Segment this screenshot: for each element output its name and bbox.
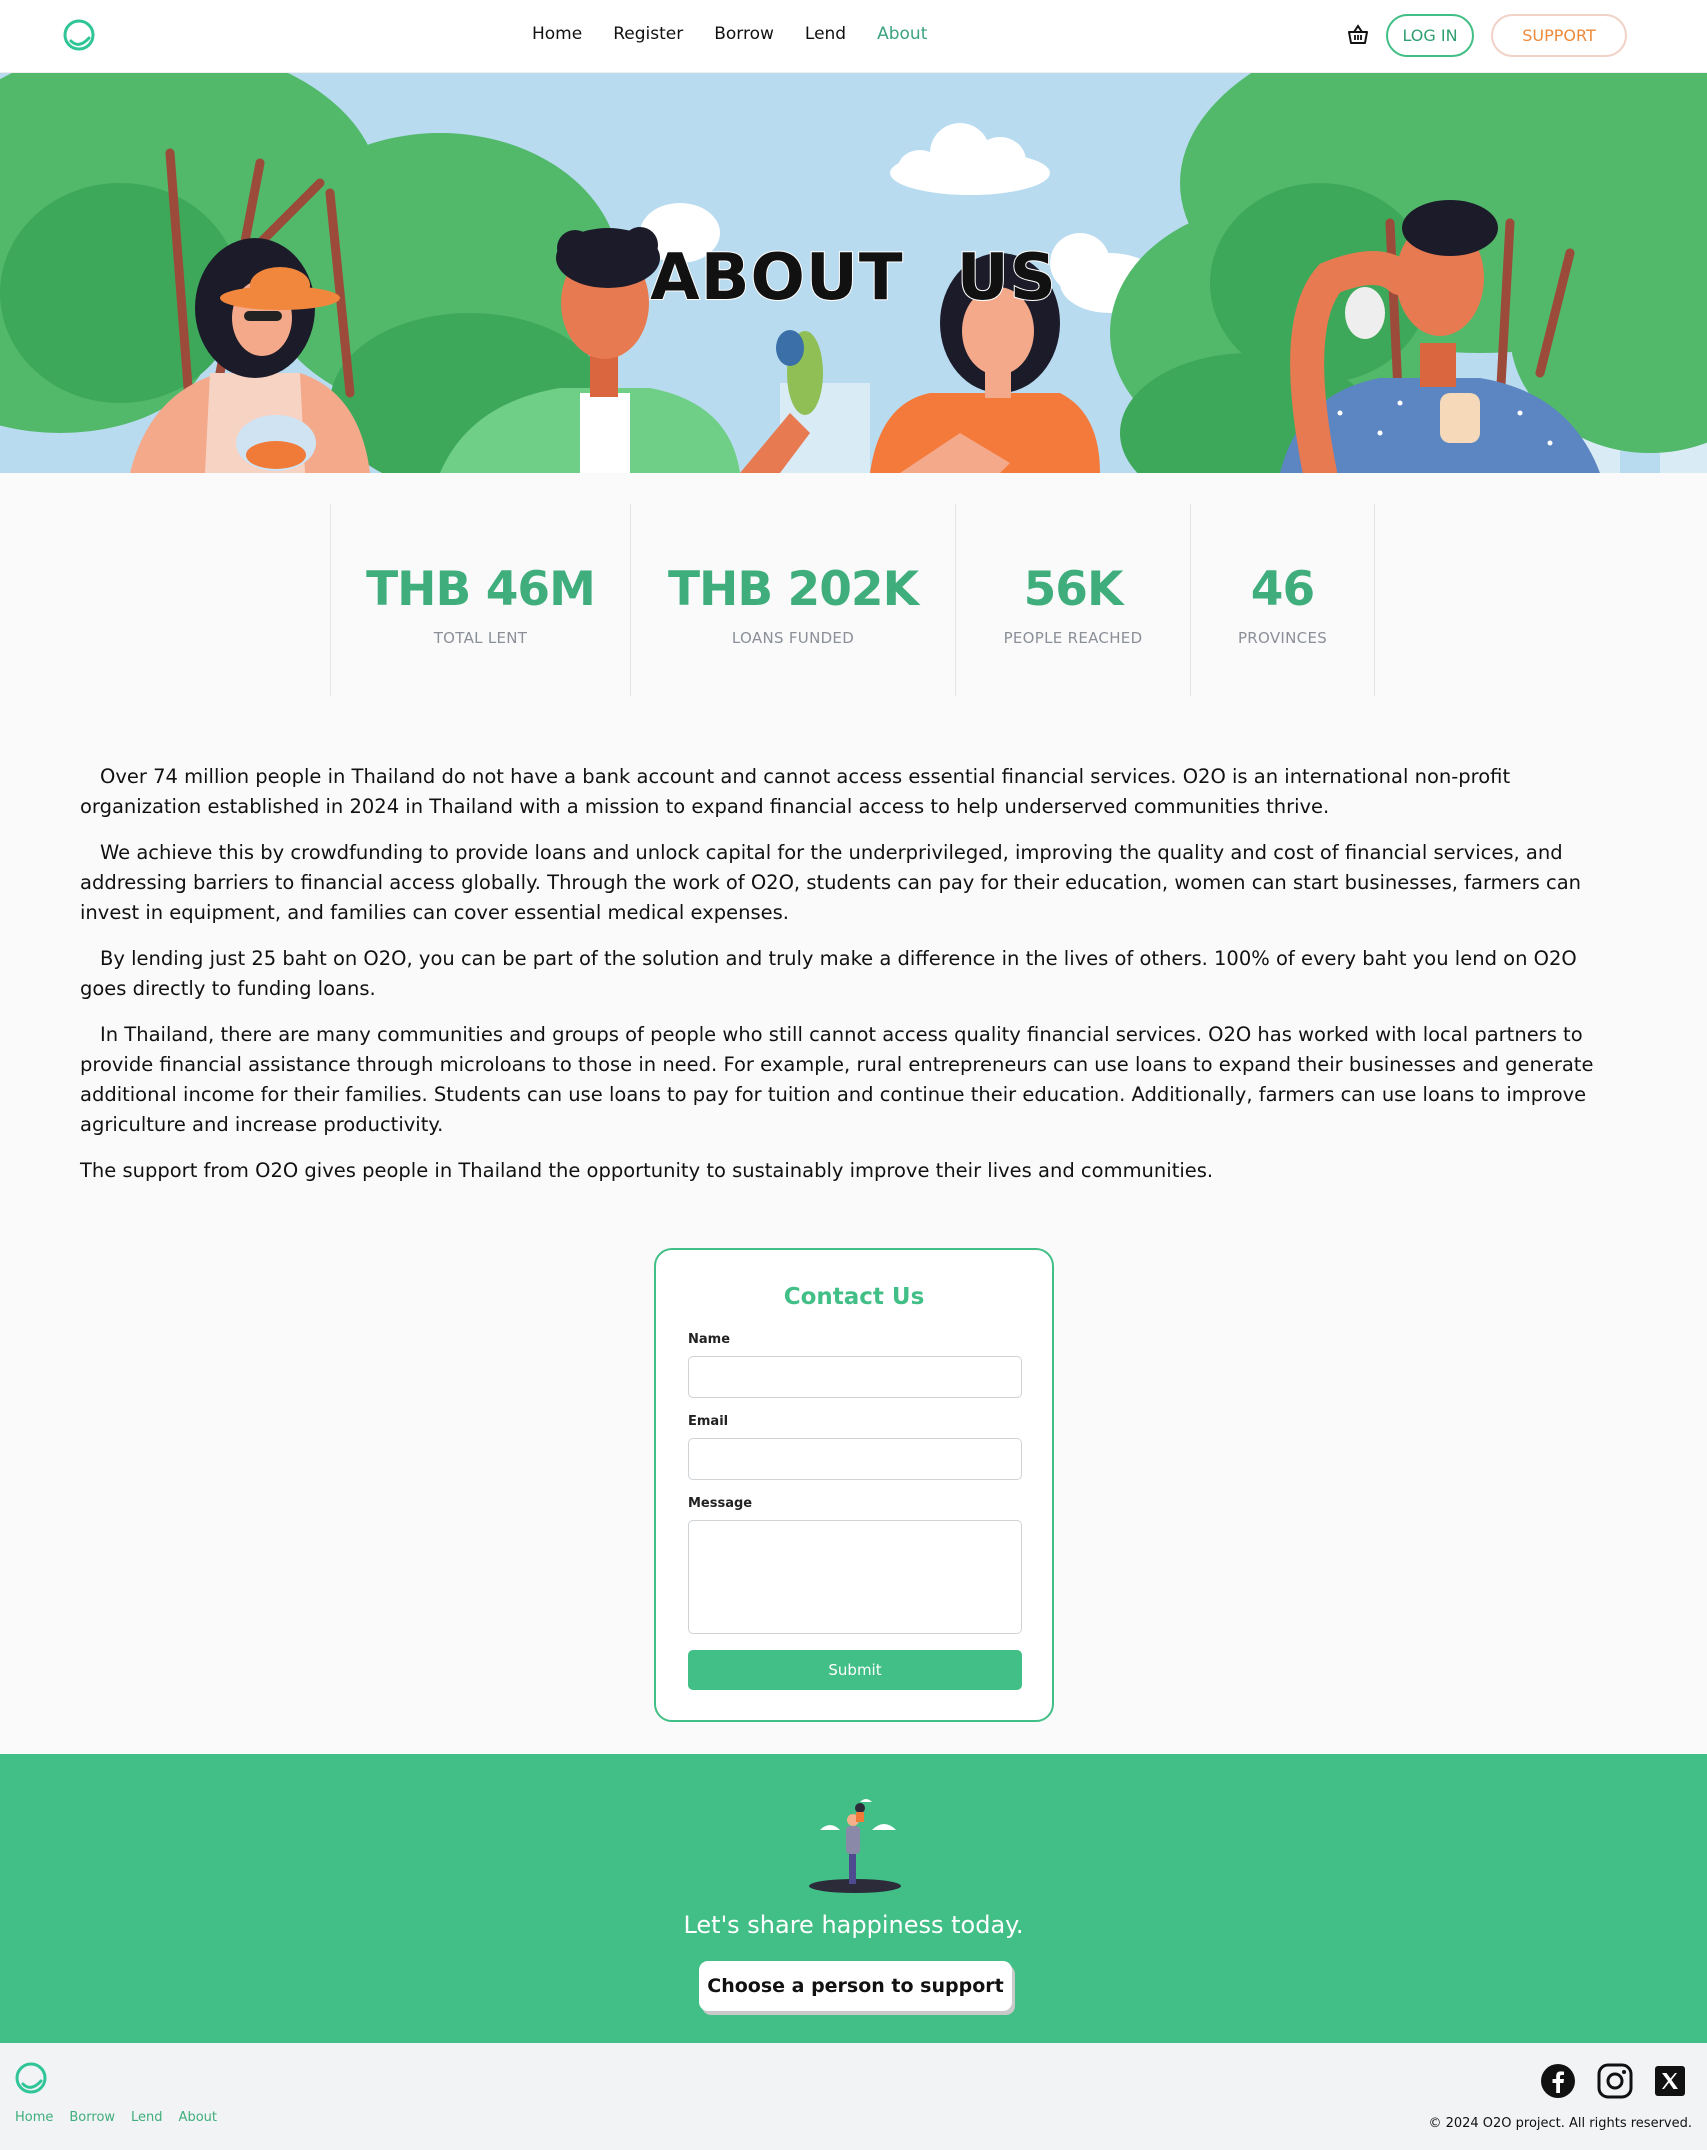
instagram-icon[interactable] <box>1597 2063 1633 2099</box>
stat-total-lent: THB 46M TOTAL LENT <box>330 504 630 696</box>
name-field[interactable] <box>688 1356 1022 1398</box>
stats-row: THB 46M TOTAL LENT THB 202K LOANS FUNDED… <box>330 504 1375 696</box>
stat-label: TOTAL LENT <box>433 629 528 647</box>
about-paragraph: Over 74 million people in Thailand do no… <box>80 765 1511 818</box>
contact-form: Contact Us Name Email Message Submit <box>654 1248 1054 1722</box>
nav-link-register[interactable]: Register <box>613 24 683 44</box>
facebook-icon[interactable] <box>1540 2063 1576 2099</box>
footer-link-home[interactable]: Home <box>15 2110 53 2125</box>
about-paragraph: In Thailand, there are many communities … <box>80 1023 1594 1136</box>
o2o-logo-icon[interactable] <box>62 18 96 52</box>
about-paragraph: The support from O2O gives people in Tha… <box>80 1159 1214 1182</box>
stat-label: PROVINCES <box>1237 629 1328 647</box>
nav-link-lend[interactable]: Lend <box>805 24 846 44</box>
page-title: ABOUT US <box>649 240 1057 316</box>
email-field[interactable] <box>688 1438 1022 1480</box>
stat-value: 46 <box>1250 562 1315 617</box>
about-paragraph: We achieve this by crowdfunding to provi… <box>80 841 1582 924</box>
footer-links: Home Borrow Lend About <box>15 2110 217 2125</box>
footer-link-lend[interactable]: Lend <box>131 2110 163 2125</box>
stat-value: THB 202K <box>667 562 919 617</box>
x-icon[interactable] <box>1655 2066 1685 2096</box>
name-label: Name <box>688 1332 731 1347</box>
contact-title: Contact Us <box>783 1284 925 1310</box>
login-button[interactable]: LOG IN <box>1386 14 1474 57</box>
email-label: Email <box>688 1414 729 1429</box>
cta-heading: Let's share happiness today. <box>683 1911 1024 1939</box>
cta-banner: Let's share happiness today. Choose a pe… <box>0 1754 1707 2043</box>
top-navbar: Home Register Borrow Lend About LOG IN S… <box>0 0 1707 73</box>
stat-loans-funded: THB 202K LOANS FUNDED <box>630 504 955 696</box>
about-description: Over 74 million people in Thailand do no… <box>80 762 1600 1202</box>
stat-label: PEOPLE REACHED <box>1003 629 1143 647</box>
o2o-logo-icon[interactable] <box>14 2061 48 2095</box>
footer-link-about[interactable]: About <box>179 2110 217 2125</box>
nav-link-borrow[interactable]: Borrow <box>714 24 774 44</box>
copyright-text: © 2024 O2O project. All rights reserved. <box>1428 2116 1692 2131</box>
person-illustration <box>809 1799 901 1893</box>
nav-link-about[interactable]: About <box>877 24 927 44</box>
choose-person-button[interactable]: Choose a person to support <box>699 1961 1012 2011</box>
footer-link-borrow[interactable]: Borrow <box>69 2110 115 2125</box>
basket-icon[interactable] <box>1346 23 1370 47</box>
hero-banner: ABOUT US <box>0 73 1707 473</box>
nav-link-home[interactable]: Home <box>532 24 582 44</box>
nav-links: Home Register Borrow Lend About <box>532 24 927 44</box>
stat-value: THB 46M <box>366 562 596 617</box>
submit-button[interactable]: Submit <box>688 1650 1022 1690</box>
footer: Home Borrow Lend About © 2024 O2O projec… <box>0 2043 1707 2150</box>
stat-people-reached: 56K PEOPLE REACHED <box>955 504 1190 696</box>
support-button[interactable]: SUPPORT <box>1491 14 1627 57</box>
stat-value: 56K <box>1023 562 1124 617</box>
about-paragraph: By lending just 25 baht on O2O, you can … <box>80 947 1577 1000</box>
stat-provinces: 46 PROVINCES <box>1190 504 1375 696</box>
stat-label: LOANS FUNDED <box>731 629 855 647</box>
message-textarea[interactable] <box>688 1520 1022 1634</box>
message-label: Message <box>688 1496 753 1511</box>
